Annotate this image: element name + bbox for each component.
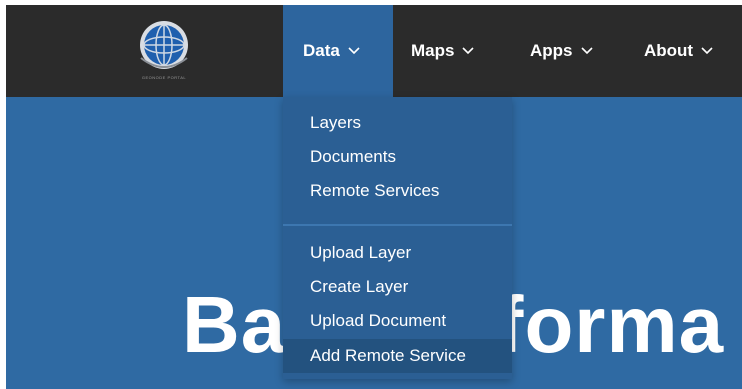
nav-maps-label: Maps xyxy=(411,41,455,60)
chevron-down-icon xyxy=(580,47,593,55)
site-logo[interactable]: GEONODE PORTAL xyxy=(119,14,209,92)
menu-divider xyxy=(283,224,512,226)
nav-apps[interactable]: Apps xyxy=(530,5,593,97)
nav-apps-label: Apps xyxy=(530,41,573,60)
chevron-down-icon xyxy=(462,47,475,55)
nav-data[interactable]: Data xyxy=(283,5,393,97)
menu-item-upload-document[interactable]: Upload Document xyxy=(283,304,512,338)
menu-item-documents[interactable]: Documents xyxy=(283,140,512,174)
nav-data-label: Data xyxy=(303,41,340,60)
nav-maps[interactable]: Maps xyxy=(411,5,475,97)
globe-icon xyxy=(140,21,188,69)
menu-item-layers[interactable]: Layers xyxy=(283,106,512,140)
nav-about-label: About xyxy=(644,41,694,60)
data-dropdown-menu: Layers Documents Remote Services Upload … xyxy=(283,97,512,379)
chevron-down-icon xyxy=(701,47,713,55)
menu-item-add-remote-service[interactable]: Add Remote Service xyxy=(283,339,512,373)
menu-item-create-layer[interactable]: Create Layer xyxy=(283,270,512,304)
chevron-down-icon xyxy=(348,47,360,55)
menu-item-upload-layer[interactable]: Upload Layer xyxy=(283,236,512,270)
menu-item-remote-services[interactable]: Remote Services xyxy=(283,174,512,208)
nav-about[interactable]: About xyxy=(644,5,713,97)
top-navbar: GEONODE PORTAL Data Maps Apps About xyxy=(6,5,742,97)
logo-caption: GEONODE PORTAL xyxy=(141,75,187,80)
page: GEONODE PORTAL Data Maps Apps About Info… xyxy=(0,0,742,389)
